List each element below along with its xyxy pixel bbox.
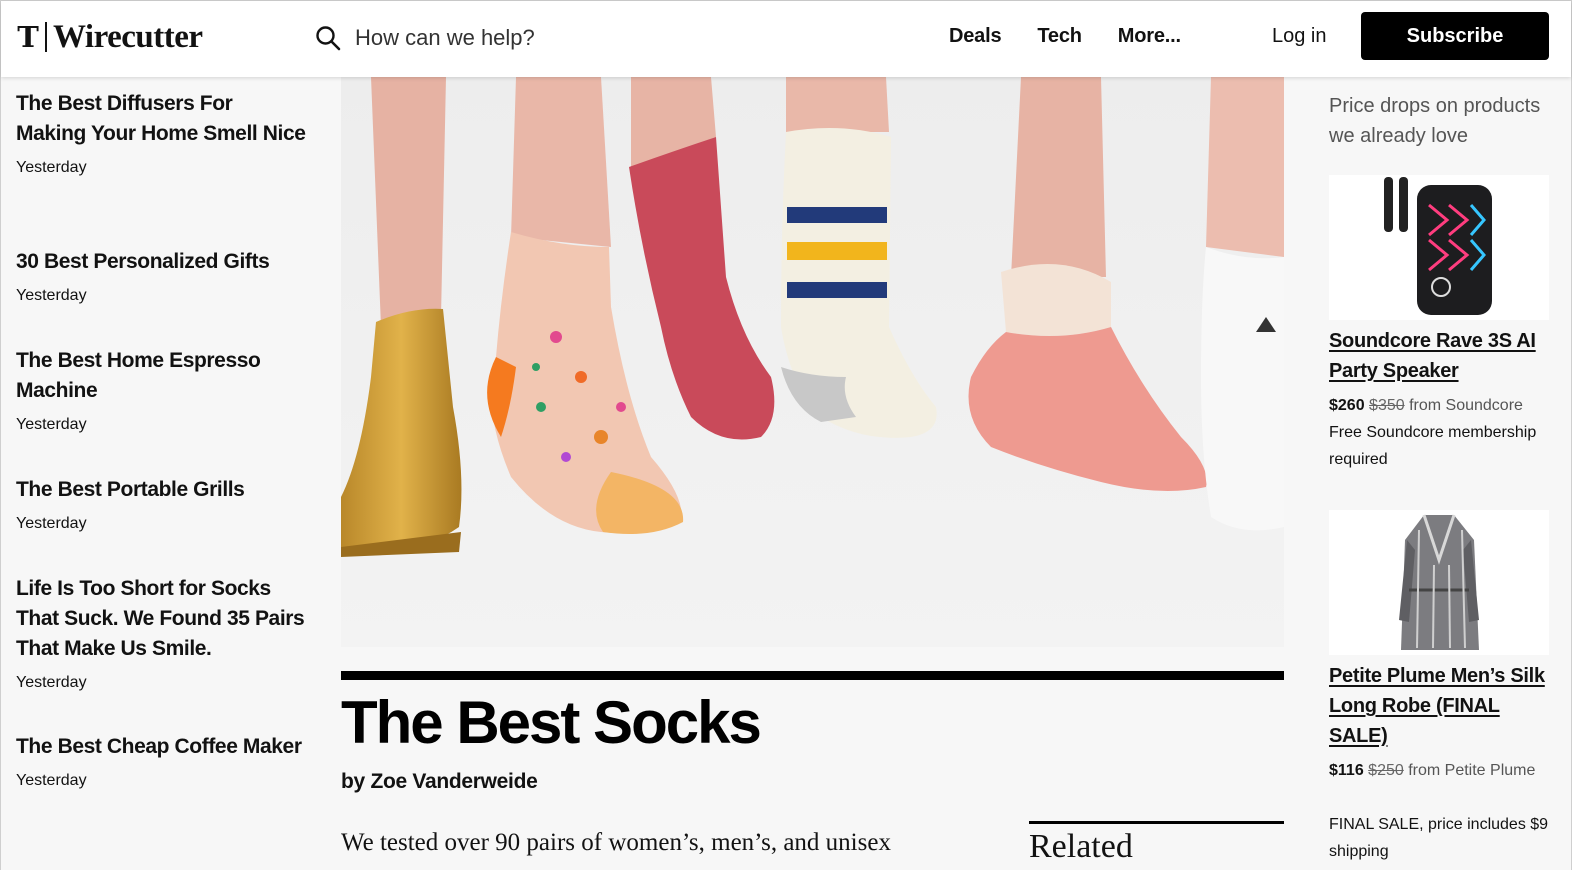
logo-divider [45,22,47,52]
sidebar-item-date: Yesterday [16,515,87,532]
product-image-robe[interactable] [1329,510,1549,655]
sidebar-item-date: Yesterday [16,416,87,433]
page-title: The Best Socks [341,689,762,756]
related-rule [1029,821,1284,824]
sidebar-item-title[interactable]: The Best Cheap Coffee Maker [16,732,306,762]
hero-image [341,77,1284,647]
sidebar-item[interactable]: Life Is Too Short for Socks That Suck. W… [16,574,306,694]
original-price: $350 [1369,397,1405,414]
nav-more[interactable]: More... [1118,21,1181,51]
sidebar-item-title[interactable]: 30 Best Personalized Gifts [16,247,306,277]
sidebar-item[interactable]: The Best Home Espresso Machine Yesterday [16,346,306,436]
sidebar-item-date: Yesterday [16,287,87,304]
sale-price: $116 [1329,762,1364,779]
product-link-robe[interactable]: Petite Plume Men’s Silk Long Robe (FINAL… [1329,661,1554,751]
subscribe-button[interactable]: Subscribe [1361,12,1549,60]
nav-tech[interactable]: Tech [1037,21,1082,51]
nav-deals[interactable]: Deals [949,21,1002,51]
product-link-speaker[interactable]: Soundcore Rave 3S AI Party Speaker [1329,326,1554,386]
sidebar-item-title[interactable]: The Best Portable Grills [16,475,306,505]
sale-price: $260 [1329,397,1365,414]
deals-heading: Price drops on products we already love [1329,95,1541,147]
login-link[interactable]: Log in [1272,21,1327,51]
sidebar-item[interactable]: The Best Diffusers For Making Your Home … [16,89,306,179]
sidebar-item-title[interactable]: Life Is Too Short for Socks That Suck. W… [16,574,306,664]
search-bar[interactable] [315,21,755,55]
deal-note: FINAL SALE, price includes $9 shipping [1329,816,1549,860]
retailer: from Soundcore [1409,397,1523,414]
related-heading: Related [1029,828,1133,865]
wirecutter-logo[interactable]: T Wirecutter [15,19,203,55]
product-price-speaker: $260 $350 from Soundcore [1329,392,1554,419]
product-image-speaker[interactable] [1329,175,1549,320]
sidebar-item-date: Yesterday [16,159,87,176]
sidebar-item[interactable]: 30 Best Personalized Gifts Yesterday [16,247,306,307]
top-nav: Deals Tech More... [949,21,1217,51]
nyt-t-logo-icon: T [17,20,39,54]
search-icon[interactable] [315,25,341,51]
sidebar-item-title[interactable]: The Best Diffusers For Making Your Home … [16,89,306,149]
byline[interactable]: by Zoe Vanderweide [341,767,538,797]
sidebar-item-date: Yesterday [16,772,87,789]
sidebar-item[interactable]: The Best Portable Grills Yesterday [16,475,306,535]
product-price-robe: $116 $250 from Petite Plume [1329,757,1554,784]
retailer: from Petite Plume [1408,762,1536,779]
logo-wordmark: Wirecutter [53,19,203,55]
original-price: $250 [1368,762,1404,779]
sidebar-item-title[interactable]: The Best Home Espresso Machine [16,346,306,406]
article-top-rule [341,671,1284,680]
sidebar-item-date: Yesterday [16,674,87,691]
article-lede: We tested over 90 pairs of women’s, men’… [341,829,891,856]
search-input[interactable] [355,25,735,51]
site-header: T Wirecutter Deals Tech More... Log in S… [1,1,1571,77]
sidebar-item[interactable]: The Best Cheap Coffee Maker Yesterday [16,732,306,792]
deal-note: Free Soundcore membership required [1329,424,1537,468]
